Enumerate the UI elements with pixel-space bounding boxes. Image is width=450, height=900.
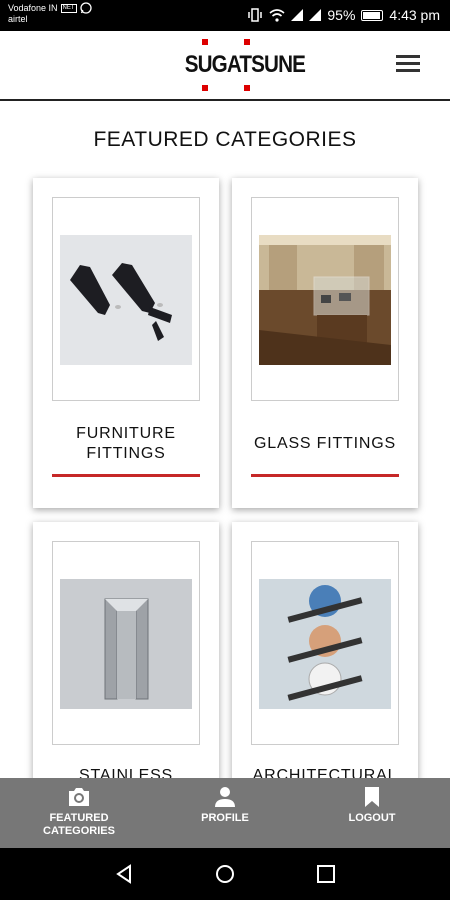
camera-icon — [69, 788, 89, 806]
hamburger-menu-icon[interactable] — [396, 55, 420, 73]
bookmark-icon — [365, 787, 379, 807]
carrier1-label: Vodafone IN — [8, 2, 58, 13]
network-badge: NET — [60, 3, 77, 13]
logo-dot — [244, 85, 250, 91]
nav-featured-categories[interactable]: FEATURED CATEGORIES — [35, 786, 123, 838]
signal-2-icon — [309, 9, 322, 21]
status-icons: 95% 4:43 pm — [247, 7, 440, 23]
stainless-bracket-photo — [60, 579, 192, 709]
wifi-icon — [269, 8, 285, 22]
category-image-frame — [251, 541, 399, 745]
battery-percent: 95% — [327, 7, 356, 23]
logo-dot — [202, 85, 208, 91]
roller-wheels-photo — [259, 579, 391, 709]
battery-icon — [361, 9, 384, 21]
category-card-architectural[interactable]: ARCHITECTURAL — [232, 522, 418, 784]
category-image-frame — [52, 197, 200, 401]
nav-logout[interactable]: LOGOUT — [337, 786, 407, 825]
page-title: FEATURED CATEGORIES — [93, 128, 357, 151]
category-image-frame — [251, 197, 399, 401]
logo-dot — [244, 39, 250, 45]
logo-text: SUGATSUNE — [184, 51, 306, 78]
category-label: GLASS FITTINGS — [254, 435, 396, 452]
category-label: FURNITURE FITTINGS — [76, 425, 176, 462]
black-latch-hardware-photo — [60, 235, 192, 365]
logo-dot — [202, 39, 208, 45]
home-icon[interactable] — [215, 864, 235, 884]
recents-icon[interactable] — [316, 864, 336, 884]
app-header: SUGATSUNE — [0, 31, 450, 101]
nav-profile[interactable]: PROFILE — [190, 786, 260, 825]
glass-display-case-photo — [259, 235, 391, 365]
back-icon[interactable] — [114, 864, 134, 884]
system-navigation-bar — [0, 848, 450, 900]
status-bar: Vodafone IN NET airtel 95% 4:43 pm — [0, 0, 450, 31]
sugatsune-logo[interactable]: SUGATSUNE — [178, 39, 306, 93]
vibrate-icon — [248, 8, 263, 22]
carrier2-label: airtel — [8, 14, 28, 24]
whatsapp-icon — [79, 2, 92, 14]
category-card-glass-fittings[interactable]: GLASS FITTINGS — [232, 178, 418, 508]
clock: 4:43 pm — [389, 7, 440, 23]
category-underline — [52, 474, 200, 477]
category-underline — [251, 474, 399, 477]
person-icon — [215, 787, 235, 807]
category-card-furniture-fittings[interactable]: FURNITURE FITTINGS — [33, 178, 219, 508]
category-card-stainless[interactable]: STAINLESS — [33, 522, 219, 784]
category-image-frame — [52, 541, 200, 745]
signal-1-icon — [291, 9, 304, 21]
carrier-info: Vodafone IN NET airtel — [8, 2, 92, 25]
bottom-navigation: FEATURED CATEGORIES PROFILE LOGOUT — [0, 778, 450, 848]
